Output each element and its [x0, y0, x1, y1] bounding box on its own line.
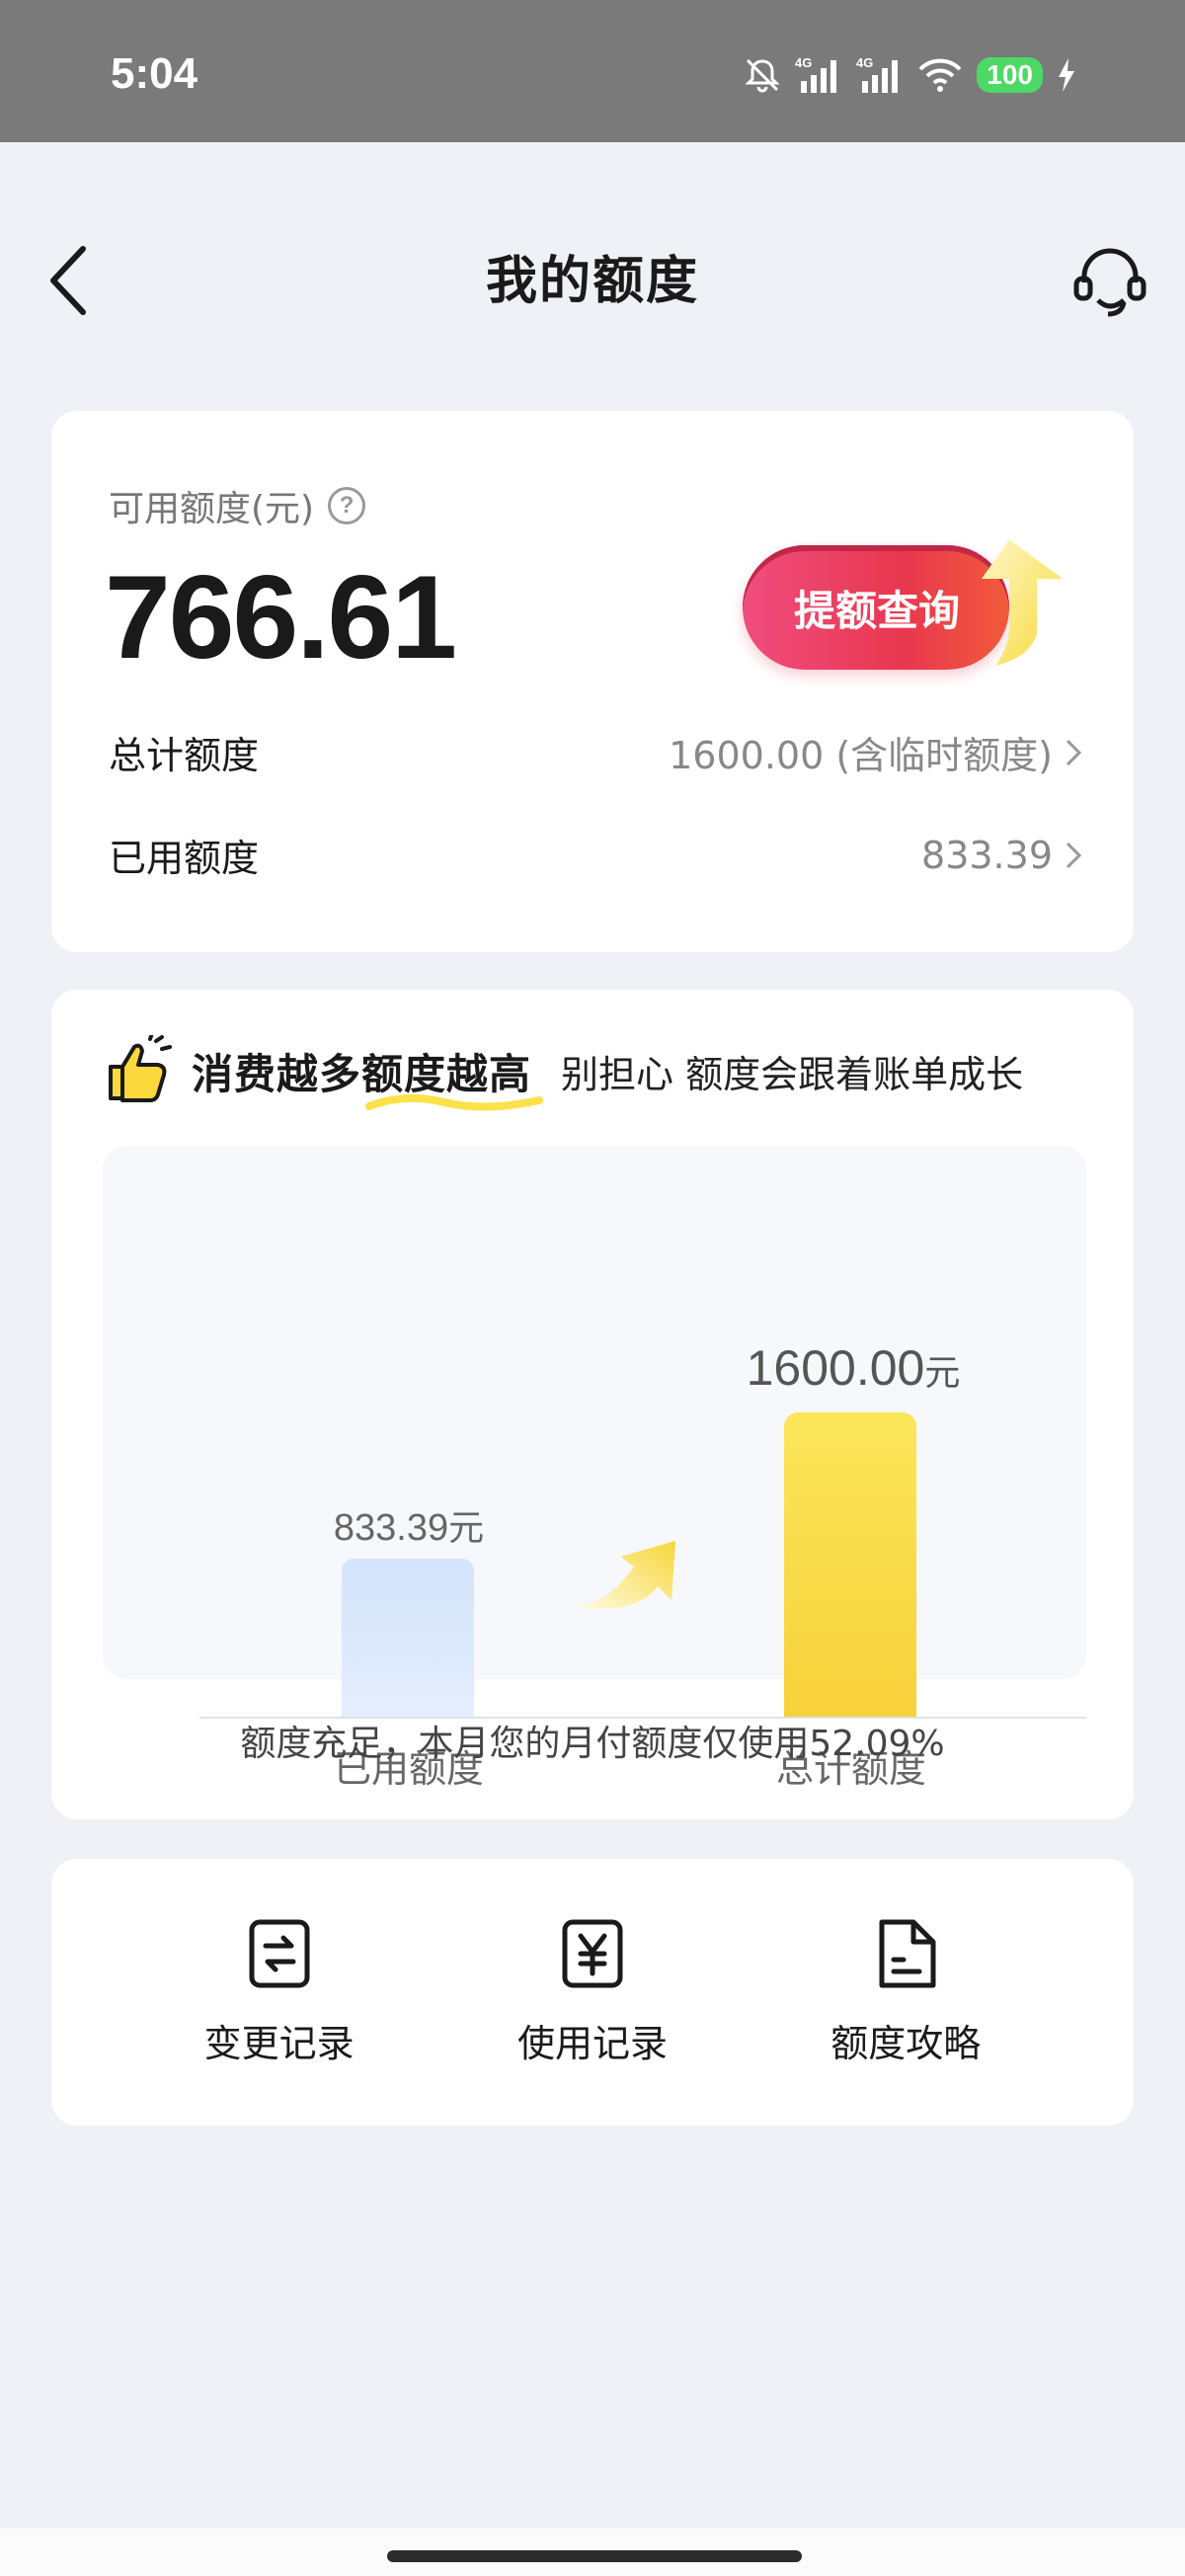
status-bar: 5:04 4G 4G 100: [0, 0, 1185, 142]
page-title: 我的额度: [485, 252, 699, 311]
status-time: 5:04: [111, 49, 198, 98]
chevron-right-icon: [1066, 842, 1082, 868]
actions-card: 变更记录 使用记录 额度攻略: [51, 1859, 1134, 2126]
svg-text:4G: 4G: [795, 55, 812, 70]
quota-guide-button[interactable]: 额度攻略: [787, 1918, 1024, 2067]
bar-value-label-total: 1600.00元: [685, 1339, 1021, 1397]
usage-record-label: 使用记录: [516, 2022, 668, 2065]
bar-value-label-used: 833.39元: [280, 1499, 537, 1551]
total-quota-value-group: 1600.00 (含临时额度): [669, 725, 1082, 779]
yuan-doc-icon: [562, 1919, 623, 1988]
slogan-subtitle: 别担心 额度会跟着账单成长: [561, 1052, 1024, 1096]
exchange-doc-icon: [249, 1919, 310, 1988]
slogan-row: 消费越多额度越高 别担心 额度会跟着账单成长: [103, 1031, 1023, 1110]
signal-4g-icon: 4G: [856, 55, 899, 93]
slogan-highlight: 额度越高: [361, 1050, 544, 1110]
bar-value-used: 833.39: [333, 1507, 449, 1549]
headset-icon: [1073, 248, 1146, 317]
change-record-label: 变更记录: [203, 2022, 355, 2065]
nav-header: 我的额度: [0, 142, 1185, 407]
slogan-part-a: 消费越多: [192, 1049, 362, 1098]
quota-card: 可用额度(元) ? 766.61 提额查询 总计额度 1600.00 (含临时额…: [51, 411, 1134, 952]
bar-used-quota: [342, 1559, 474, 1717]
change-record-button[interactable]: 变更记录: [161, 1918, 398, 2067]
growth-chart-card: 消费越多额度越高 别担心 额度会跟着账单成长 833.39元 1600.00元 …: [51, 990, 1134, 1819]
used-quota-label: 已用额度: [109, 837, 260, 880]
available-quota-value: 766.61: [105, 551, 457, 684]
total-quota-row[interactable]: 总计额度 1600.00 (含临时额度): [109, 725, 1082, 779]
signal-4g-icon: 4G: [795, 55, 837, 93]
highlight-underline: [365, 1093, 544, 1110]
arrow-up-icon: [982, 539, 1063, 666]
bell-off-icon: [745, 58, 780, 93]
svg-text:4G: 4G: [856, 55, 873, 70]
home-indicator[interactable]: [387, 2550, 802, 2562]
usage-record-button[interactable]: 使用记录: [474, 1918, 711, 2067]
chevron-right-icon: [1066, 739, 1082, 765]
used-quota-value-group: 833.39: [921, 834, 1082, 877]
growth-arrow-icon: [575, 1541, 675, 1609]
available-quota-label-text: 可用额度(元): [109, 489, 315, 529]
wifi-icon: [918, 58, 962, 92]
total-quota-label: 总计额度: [109, 734, 260, 777]
used-quota-value: 833.39: [921, 833, 1053, 877]
quota-guide-label: 额度攻略: [830, 2022, 982, 2065]
bar-value-total: 1600.00: [746, 1340, 925, 1396]
available-quota-label: 可用额度(元) ?: [109, 480, 366, 531]
battery-icon: 100: [977, 57, 1043, 93]
slogan-main: 消费越多额度越高: [192, 1041, 544, 1110]
bar-total-quota: [784, 1412, 916, 1717]
usage-note: 额度充足，本月您的月付额度仅使用52.09%: [240, 1724, 945, 1764]
file-doc-icon: [879, 1919, 936, 1988]
raise-limit-label: 提额查询: [794, 586, 961, 635]
bar-unit-total: 元: [924, 1352, 961, 1393]
total-quota-value: 1600.00 (含临时额度): [669, 734, 1053, 777]
quota-bar-chart: 833.39元 1600.00元 已用额度 总计额度: [103, 1146, 1086, 1791]
thumbs-up-icon: [109, 1035, 172, 1102]
used-quota-row[interactable]: 已用额度 833.39: [109, 828, 1082, 882]
status-icons: 4G 4G 100: [744, 55, 1076, 95]
help-icon[interactable]: ?: [328, 487, 366, 524]
charging-icon: [1059, 58, 1074, 92]
customer-service-button[interactable]: [1070, 241, 1149, 320]
bar-unit-used: 元: [448, 1507, 485, 1548]
